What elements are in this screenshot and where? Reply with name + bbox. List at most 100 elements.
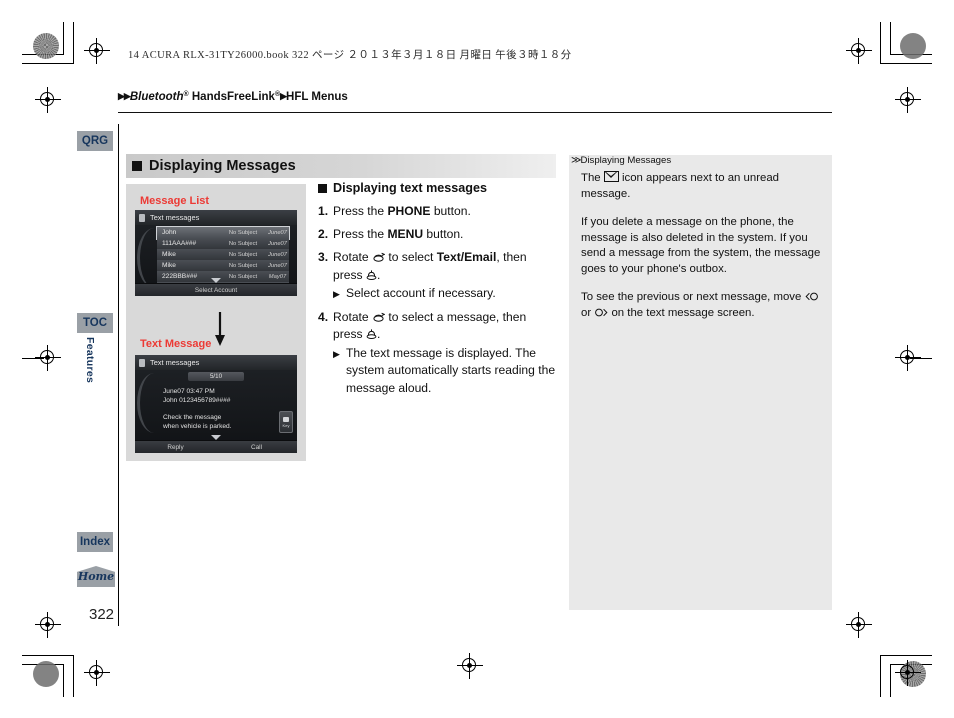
figure-label-text-message: Text Message <box>140 338 212 350</box>
message-page-indicator: 5/10 <box>188 372 244 381</box>
sidebar-tab-index[interactable]: Index <box>77 532 113 552</box>
note-body: The icon appears next to an unread messa… <box>581 171 829 334</box>
density-patch <box>900 33 926 59</box>
step-text-pre: Press the <box>333 204 388 218</box>
registration-mark <box>895 345 921 371</box>
interface-dial-knob-icon <box>373 252 385 262</box>
crop-line <box>73 22 75 64</box>
keypad-button[interactable]: Key <box>279 411 293 433</box>
nav-screen-titlebar: Text messages <box>135 355 297 370</box>
phone-icon <box>139 213 145 222</box>
message-body-line2: when vehicle is parked. <box>163 423 232 430</box>
nav-screen-message-list: Text messages John No Subject June07 111… <box>135 210 297 296</box>
step-text-line2: press <box>333 327 366 341</box>
breadcrumb-hfl-menus: HFL Menus <box>286 91 348 103</box>
crop-line <box>73 655 75 697</box>
registration-mark <box>895 660 921 686</box>
note-paragraph-2: If you delete a message on the phone, th… <box>581 216 821 275</box>
nav-screen-text-message: Text messages 5/10 June07 03:47 PM John … <box>135 355 297 453</box>
crop-line <box>63 664 65 697</box>
step-keyword: PHONE <box>387 204 431 218</box>
move-right-icon <box>595 308 608 316</box>
content-left-rule <box>118 124 120 626</box>
step-text-line2: press <box>333 267 366 282</box>
section-header: Displaying Messages <box>126 154 556 178</box>
crop-line <box>890 22 892 55</box>
select-account-button[interactable]: Select Account <box>135 283 297 296</box>
message-action-bar: Reply Call <box>135 440 297 453</box>
step-text-line2-post: . <box>376 327 381 341</box>
crop-line <box>880 22 882 64</box>
crop-line <box>22 63 74 65</box>
row-name: Mike <box>162 251 176 258</box>
section-bullet-icon <box>132 161 142 171</box>
bullet-arrow-icon: ▶ <box>333 348 340 359</box>
instruction-step: 4. Rotate to select a message, then press… <box>318 309 558 344</box>
crop-line <box>890 664 892 697</box>
message-sender: John 0123456789#### <box>163 397 231 404</box>
step-text: Rotate to select Text/Email, then press . <box>333 249 558 284</box>
instruction-subheading: Displaying text messages <box>333 181 487 195</box>
row-date: June07 <box>267 262 288 269</box>
message-body-line1: Check the message <box>163 414 222 421</box>
step-number: 3. <box>318 250 329 264</box>
sidebar-tab-home[interactable]: Home <box>77 566 115 587</box>
bullet-text: The text message is displayed. The syste… <box>346 345 556 395</box>
breadcrumb: ▶▶Bluetooth® HandsFreeLink®▶HFL Menus <box>118 91 348 103</box>
call-button[interactable]: Call <box>216 444 297 451</box>
breadcrumb-rule <box>118 112 832 114</box>
print-book-line: 14 ACURA RLX-31TY26000.book 322 ページ ２０１３… <box>128 50 572 61</box>
instruction-bullet: ▶ Select account if necessary. <box>318 285 558 303</box>
instruction-step: 3. Rotate to select Text/Email, then pres… <box>318 249 558 284</box>
row-subject: No Subject <box>228 273 258 280</box>
bullet-text: Select account if necessary. <box>346 286 496 300</box>
step-text-post: button. <box>423 227 464 241</box>
step-text: Press the PHONE button. <box>333 203 558 221</box>
note-heading: Displaying Messages <box>580 155 672 166</box>
row-subject: No Subject <box>228 251 258 258</box>
row-subject: No Subject <box>228 240 258 247</box>
note-p3-pre: To see the previous or next message, mov… <box>581 291 805 303</box>
step-text: Press the MENU button. <box>333 226 558 244</box>
crop-line <box>880 63 932 65</box>
registration-mark <box>35 345 61 371</box>
sidebar-tab-qrg[interactable]: QRG <box>77 131 113 151</box>
registration-mark <box>846 612 872 638</box>
row-subject: No Subject <box>228 262 258 269</box>
message-timestamp: June07 03:47 PM <box>163 388 215 395</box>
step-text-mid: to select <box>385 250 437 264</box>
section-title: Displaying Messages <box>149 158 296 174</box>
flow-arrow-down-icon <box>215 312 225 346</box>
registration-mark <box>84 38 110 64</box>
step-text-pre: Press the <box>333 227 388 241</box>
row-name: John <box>162 229 177 236</box>
note-p1-pre: The <box>581 172 604 184</box>
decorative-swoosh <box>137 373 166 433</box>
note-paragraph-1: The icon appears next to an unread messa… <box>581 171 829 202</box>
page-number: 322 <box>89 606 115 623</box>
note-heading-row: ≫ Displaying Messages <box>571 155 671 166</box>
step-text: Rotate to select a message, then press . <box>333 309 558 344</box>
crop-line <box>63 22 65 55</box>
step-text-post: button. <box>430 204 471 218</box>
instruction-column: Displaying text messages 1. Press the PH… <box>318 180 558 397</box>
instruction-subheading-row: Displaying text messages <box>318 180 558 198</box>
row-date: June07 <box>267 240 288 247</box>
phone-icon <box>139 358 145 367</box>
registration-mark <box>895 87 921 113</box>
breadcrumb-arrow-icon: ▶▶ <box>118 91 131 101</box>
row-date: May07 <box>268 273 287 280</box>
step-text-post: , then <box>496 250 527 264</box>
registration-mark <box>84 660 110 686</box>
registration-mark <box>35 87 61 113</box>
crop-line <box>880 655 882 697</box>
sidebar-tab-toc[interactable]: TOC <box>77 313 113 333</box>
chapter-label: Features <box>84 337 96 384</box>
nav-screen-titlebar: Text messages <box>135 210 297 225</box>
step-text-pre: Rotate <box>333 250 372 264</box>
bullet-arrow-icon: ▶ <box>333 289 340 299</box>
reply-button[interactable]: Reply <box>135 444 216 451</box>
keypad-icon <box>283 416 289 422</box>
message-meta: June07 03:47 PM John 0123456789#### <box>163 387 230 405</box>
step-number: 4. <box>318 309 329 324</box>
